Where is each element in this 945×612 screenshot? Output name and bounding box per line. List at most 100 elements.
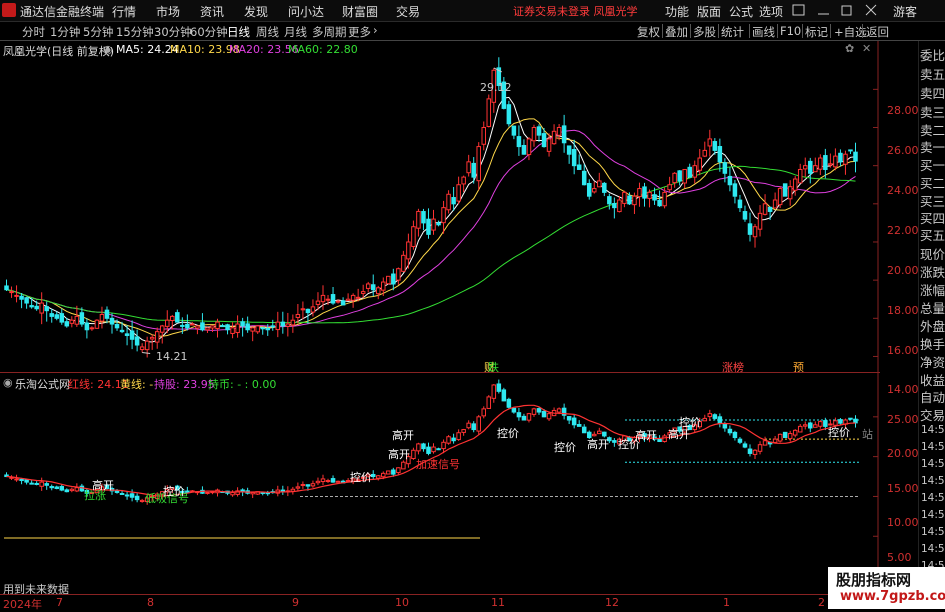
candle (682, 168, 687, 189)
sidebar-item-buy1[interactable]: 买一 (920, 155, 945, 174)
sidebar-item-pct[interactable]: 涨幅 (920, 280, 945, 299)
indicator-bar-body (471, 423, 476, 431)
sidebar-item-trade[interactable]: 交易 (920, 405, 945, 424)
candle-body (84, 322, 90, 331)
menu-wenxiaoda[interactable]: 问小达 (288, 3, 324, 20)
indicator-bar-body (431, 446, 436, 453)
f10-button[interactable]: F10 (780, 24, 801, 38)
duogu-button[interactable]: 多股 (693, 24, 716, 40)
candle (808, 157, 813, 184)
diejia-button[interactable]: 叠加 (665, 24, 688, 40)
indicator-bar-body (330, 478, 336, 483)
candle-body (109, 317, 115, 325)
candle (747, 212, 753, 242)
candle-body (89, 327, 95, 330)
indicator-chart[interactable] (0, 373, 880, 595)
menu-xuanxiang[interactable]: 选项 (759, 3, 783, 20)
period-more[interactable]: 更多 (348, 24, 371, 40)
indicator-bar (386, 470, 391, 475)
indicator-bar (571, 413, 577, 429)
candle (702, 141, 708, 158)
candle (255, 325, 260, 334)
candle (637, 182, 642, 207)
indicator-bar-body (777, 433, 783, 442)
more-chevron-icon[interactable]: › (373, 23, 378, 37)
price-tick: 18.00 (887, 304, 919, 317)
period-daily[interactable]: 日线 (227, 24, 250, 40)
menu-zixun[interactable]: 资讯 (200, 3, 224, 20)
candle-body (677, 170, 682, 182)
close-icon[interactable] (865, 4, 877, 16)
restore-icon[interactable] (841, 5, 852, 16)
candle-body (426, 218, 431, 235)
menu-gongneng[interactable]: 功能 (665, 3, 689, 20)
sidebar-item-netasset[interactable]: 净资 (920, 352, 945, 371)
menu-banmian[interactable]: 版面 (697, 3, 721, 20)
indicator-panel[interactable]: ◉ 乐淘公式网 红线: 24.11 黄线: - 持股: 23.95 持币: - … (0, 372, 880, 595)
watermark-url: www.7gpzb.com (840, 589, 945, 604)
menu-gongshi[interactable]: 公式 (729, 3, 753, 20)
sidebar-item-volume[interactable]: 总量 (920, 298, 945, 317)
sidebar-item-change[interactable]: 涨跌 (920, 262, 945, 281)
candle-body (576, 164, 582, 170)
candle-body (597, 180, 602, 188)
signal-gaokai-3: 高开 (388, 448, 410, 461)
period-5min[interactable]: 5分钟 (83, 24, 113, 40)
candle (9, 286, 14, 298)
period-fenshi[interactable]: 分时 (22, 24, 45, 40)
sidebar-item-sell3[interactable]: 卖三 (920, 102, 945, 121)
back-button[interactable]: 返回 (866, 24, 889, 40)
fuquan-button[interactable]: 复权 (637, 24, 660, 40)
menu-caifuquan[interactable]: 财富圈 (342, 3, 378, 20)
sidebar-item-outer[interactable]: 外盘 (920, 316, 945, 335)
menu-shichang[interactable]: 市场 (156, 3, 180, 20)
candle-body (94, 319, 100, 329)
candle (411, 220, 416, 250)
period-1min[interactable]: 1分钟 (50, 24, 80, 40)
candle-body (848, 149, 853, 152)
indicator-bar (290, 486, 296, 495)
sidebar-item-buy5[interactable]: 买五 (920, 225, 945, 244)
period-30min[interactable]: 30分钟 (154, 24, 192, 40)
candle (672, 172, 677, 188)
sidebar-item-auto[interactable]: 自动 (920, 387, 945, 406)
sidebar-item-sell1[interactable]: 卖一 (920, 137, 945, 156)
login-notice[interactable]: 证券交易未登录 凤凰光学 (513, 3, 638, 19)
period-multi[interactable]: 多周期 (312, 24, 347, 40)
signal-kongjia-4: 控价 (554, 441, 576, 454)
candle-body (44, 306, 49, 312)
sidebar-item-weibi[interactable]: 委比 (920, 45, 945, 64)
indicator-bar-body (762, 440, 768, 446)
indicator-bar (702, 414, 708, 422)
candle-body (672, 172, 677, 184)
price-chart[interactable] (0, 41, 880, 372)
tongji-button[interactable]: 统计 (721, 24, 744, 40)
candle-body (717, 146, 723, 163)
time-axis: 2024年 7 8 9 10 11 12 1 2 (0, 594, 880, 611)
sidebar-item-turnover[interactable]: 换手 (920, 334, 945, 353)
sidebar-item-price[interactable]: 现价 (920, 244, 945, 263)
price-panel[interactable]: 凤凰光学(日线 前复权) ◉ MA5: 24.24 MA10: 23.98 MA… (0, 41, 880, 374)
huaxian-button[interactable]: 画线 (752, 24, 775, 40)
candle-body (355, 296, 361, 299)
sidebar-item-sell4[interactable]: 卖四 (920, 83, 945, 102)
menu-hangqing[interactable]: 行情 (112, 3, 136, 20)
indicator-bar-body (752, 449, 758, 455)
guest-label[interactable]: 游客 (893, 3, 917, 20)
biaoji-button[interactable]: 标记 (805, 24, 828, 40)
menu-faxian[interactable]: 发现 (244, 3, 268, 20)
period-weekly[interactable]: 周线 (256, 24, 279, 40)
window-icon[interactable] (792, 4, 805, 16)
sidebar-item-sell5[interactable]: 卖五 (920, 64, 945, 83)
price-tick: 24.00 (887, 184, 919, 197)
candle (802, 157, 808, 177)
sidebar-item-buy2[interactable]: 买二 (920, 173, 945, 192)
indicator-bar (446, 435, 451, 445)
candle-body (270, 325, 276, 328)
candle-body (69, 319, 75, 324)
period-60min[interactable]: 60分钟 (190, 24, 228, 40)
period-monthly[interactable]: 月线 (284, 24, 307, 40)
menu-jiaoyi[interactable]: 交易 (396, 3, 420, 20)
period-15min[interactable]: 15分钟 (116, 24, 154, 40)
indicator-bar-body (727, 428, 733, 434)
